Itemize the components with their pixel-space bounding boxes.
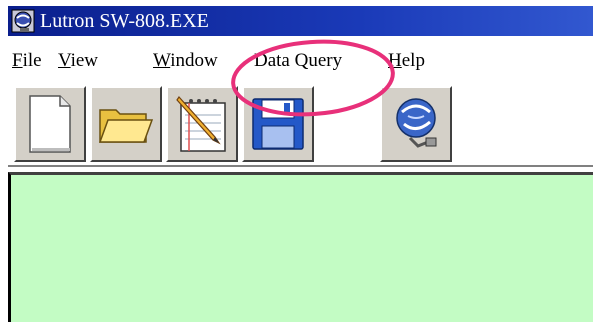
globe-connect-icon xyxy=(396,98,437,148)
app-logo-icon[interactable] xyxy=(10,8,36,34)
connect-button[interactable] xyxy=(380,86,452,162)
toolbar xyxy=(8,86,593,167)
new-file-button[interactable] xyxy=(14,86,86,162)
open-folder-button[interactable] xyxy=(90,86,162,162)
window-title: Lutron SW-808.EXE xyxy=(40,9,209,32)
toolbar-separator xyxy=(8,165,593,167)
floppy-disk-icon xyxy=(252,98,304,150)
blank-page-icon xyxy=(29,95,71,153)
menu-file[interactable]: File xyxy=(12,50,42,72)
folder-icon xyxy=(98,109,154,143)
menu-window[interactable]: Window xyxy=(153,50,218,72)
app-window: Lutron SW-808.EXE File View Window Data … xyxy=(0,0,593,322)
main-client-area[interactable] xyxy=(8,172,593,322)
menu-help[interactable]: Help xyxy=(388,50,425,72)
notepad-button[interactable] xyxy=(166,86,238,162)
notepad-pencil-icon xyxy=(176,96,226,152)
save-button[interactable] xyxy=(242,86,314,162)
title-bar[interactable]: Lutron SW-808.EXE xyxy=(8,6,593,36)
menu-data-query[interactable]: Data Query xyxy=(254,50,342,72)
menu-bar: File View Window Data Query Help xyxy=(8,40,593,82)
menu-view[interactable]: View xyxy=(58,50,98,72)
